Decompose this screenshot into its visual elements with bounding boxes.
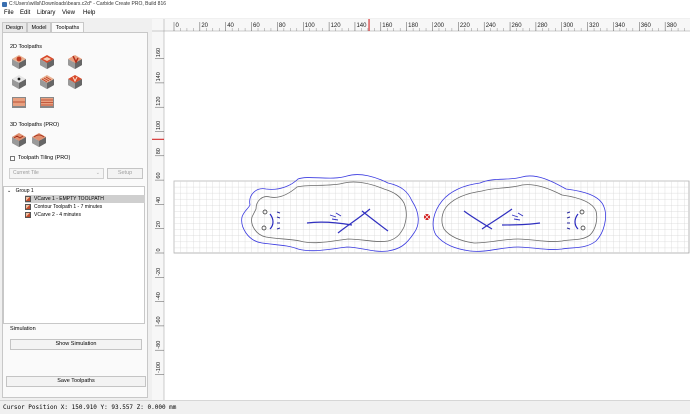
tab-model[interactable]: Model xyxy=(27,22,51,32)
ruler-y-label: -40 xyxy=(156,292,162,300)
ruler-x-label: 300 xyxy=(563,23,574,29)
3d-rough-toolpath-icon[interactable] xyxy=(11,132,27,148)
ruler-x-label: 160 xyxy=(382,23,393,29)
group-label: Group 1 xyxy=(15,188,34,194)
ruler-x-label: 40 xyxy=(227,23,234,29)
toolpath-item[interactable]: VCarve 2 - 4 minutes xyxy=(25,211,81,219)
tab-design[interactable]: Design xyxy=(2,22,27,32)
ruler-x-label: 20 xyxy=(201,23,208,29)
contour-toolpath-icon[interactable] xyxy=(11,54,27,70)
cursor-position-readout: Cursor Position X: 150.910 Y: 93.557 Z: … xyxy=(3,404,177,411)
advanced-vcarve-toolpath-icon[interactable] xyxy=(67,74,83,90)
ruler-x-label: 280 xyxy=(537,23,548,29)
ruler-y-label: 40 xyxy=(156,197,162,203)
app-icon xyxy=(2,2,7,7)
section-2d-toolpaths: 2D Toolpaths xyxy=(10,44,43,50)
ruler-y-label: -20 xyxy=(156,268,162,276)
current-tile-select[interactable]: Current Tile ⌄ xyxy=(9,168,104,179)
toolpath-item-label: VCarve 2 - 4 minutes xyxy=(34,212,81,218)
setup-button[interactable]: Setup xyxy=(107,168,143,179)
group-row[interactable]: ⌄ Group 1 xyxy=(7,187,34,195)
3d-finish-toolpath-icon[interactable] xyxy=(31,132,47,148)
ruler-y-label: 20 xyxy=(156,221,162,227)
ruler-y-label: 100 xyxy=(156,121,162,130)
chevron-down-icon: ⌄ xyxy=(95,170,100,176)
canvas-drawing[interactable]: 0 20 40 60 80 100 120 140 160 180 200 220 240 260 280 3… xyxy=(152,19,690,400)
ruler-x-label: 320 xyxy=(589,23,600,29)
ruler-y-label: 120 xyxy=(156,97,162,106)
ruler-y-label: 160 xyxy=(156,48,162,57)
vcarve-toolpath-icon[interactable] xyxy=(67,54,83,70)
toolpath-item[interactable]: Contour Toolpath 1 - 7 minutes xyxy=(25,203,102,211)
menu-help[interactable]: Help xyxy=(83,10,95,16)
ruler-x-label: 240 xyxy=(486,23,497,29)
ruler-x-label: 80 xyxy=(279,23,286,29)
show-simulation-button[interactable]: Show Simulation xyxy=(10,339,142,350)
pocket-toolpath-icon[interactable] xyxy=(39,54,55,70)
menu-bar: File Edit Library View Help xyxy=(0,9,690,18)
simulation-heading: Simulation xyxy=(10,326,36,332)
vcarve-toolpath-icon xyxy=(25,195,31,202)
vcarve-toolpath-icon xyxy=(25,211,31,218)
ruler-y-label: -100 xyxy=(156,362,162,373)
ruler-x-label: 140 xyxy=(356,23,367,29)
ruler-y-label: -80 xyxy=(156,341,162,349)
ruler-y-label: 140 xyxy=(156,72,162,81)
window-title: C:\Users\willsl\Downloads\bears.c2d* - C… xyxy=(9,1,167,7)
toolpath-list: ⌄ Group 1 VCarve 1 - EMPTY TOOLPATH Cont… xyxy=(3,186,145,324)
toolpath-item-label: Contour Toolpath 1 - 7 minutes xyxy=(34,204,103,210)
menu-view[interactable]: View xyxy=(62,10,75,16)
ruler-y-label: -60 xyxy=(156,316,162,324)
ruler-y-label: 80 xyxy=(156,148,162,154)
ruler-x-label: 120 xyxy=(331,23,342,29)
ruler-x-label: 360 xyxy=(641,23,652,29)
rough-toolpath-icon[interactable] xyxy=(11,94,27,110)
ruler-x-label: 60 xyxy=(253,23,260,29)
tool-position-icon xyxy=(422,212,432,222)
menu-edit[interactable]: Edit xyxy=(20,10,30,16)
title-bar: C:\Users\willsl\Downloads\bears.c2d* - C… xyxy=(0,0,690,9)
stock-grid xyxy=(173,180,690,254)
toolpath-item-label: VCarve 1 - EMPTY TOOLPATH xyxy=(34,196,104,202)
ruler-y-label: 60 xyxy=(156,172,162,178)
toolpath-item[interactable]: VCarve 1 - EMPTY TOOLPATH xyxy=(25,195,145,203)
ruler-y-label: 0 xyxy=(156,248,162,251)
ruler-x-label: 340 xyxy=(615,23,626,29)
left-panel: Design Model Toolpaths 2D Toolpaths 3D T… xyxy=(0,19,150,400)
ruler-x-label: 380 xyxy=(667,23,678,29)
contour-toolpath-icon xyxy=(25,203,31,210)
thread-mill-toolpath-icon[interactable] xyxy=(39,94,55,110)
chevron-down-icon[interactable]: ⌄ xyxy=(7,188,11,194)
current-tile-placeholder: Current Tile xyxy=(13,170,39,176)
toolpath-tiling-label: Toolpath Tiling (PRO) xyxy=(18,155,71,161)
texture-toolpath-icon[interactable] xyxy=(39,74,55,90)
drill-toolpath-icon[interactable] xyxy=(11,74,27,90)
ruler-x-label: 200 xyxy=(434,23,445,29)
toolpath-tiling-checkbox[interactable] xyxy=(10,156,15,161)
ruler-x-label: 220 xyxy=(460,23,471,29)
menu-file[interactable]: File xyxy=(4,10,14,16)
ruler-x-label: 100 xyxy=(305,23,316,29)
section-3d-toolpaths: 3D Toolpaths (PRO) xyxy=(10,122,60,128)
ruler-x-label: 260 xyxy=(512,23,523,29)
design-canvas[interactable]: 0 20 40 60 80 100 120 140 160 180 200 220 240 260 280 3… xyxy=(152,19,690,400)
save-toolpaths-button[interactable]: Save Toolpaths xyxy=(6,376,146,387)
ruler-x-label: 180 xyxy=(408,23,419,29)
status-bar: Cursor Position X: 150.910 Y: 93.557 Z: … xyxy=(0,400,690,414)
menu-library[interactable]: Library xyxy=(37,10,55,16)
